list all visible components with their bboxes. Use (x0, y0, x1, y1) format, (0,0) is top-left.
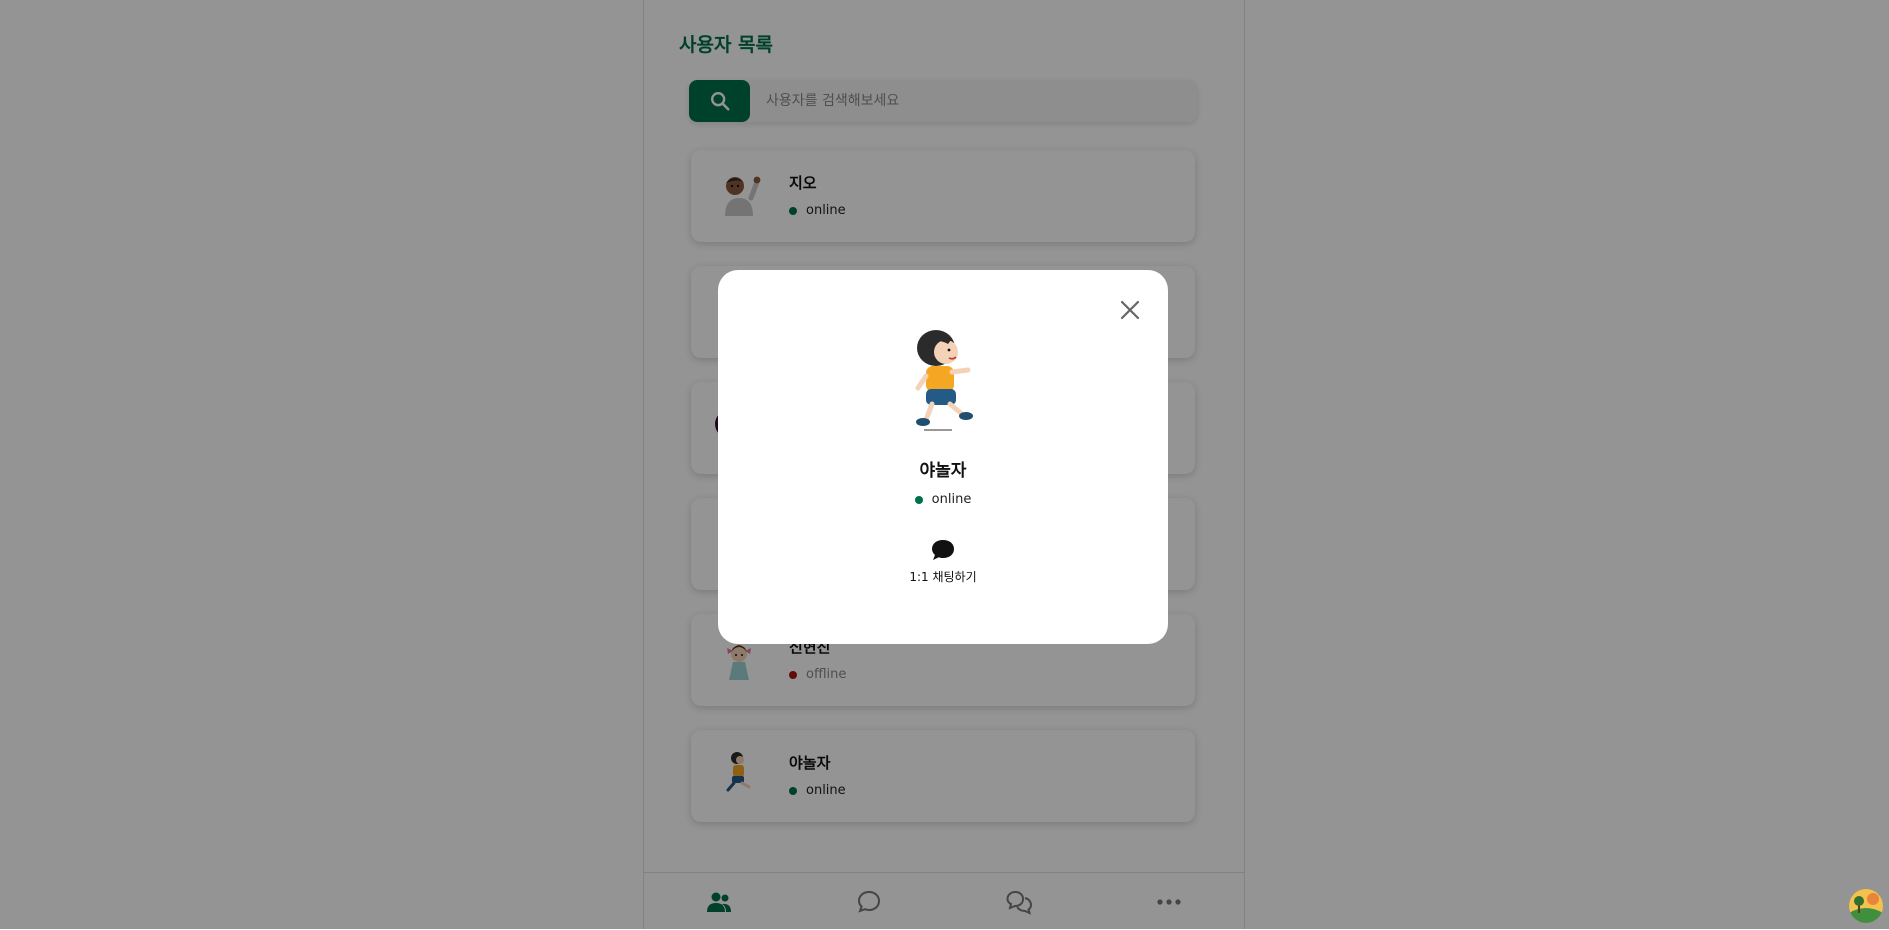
floating-avatar-button[interactable] (1849, 889, 1883, 923)
speech-bubble-icon (932, 540, 954, 560)
start-chat-button[interactable]: 1:1 채팅하기 (883, 538, 1003, 598)
close-icon (1120, 300, 1140, 320)
close-button[interactable] (1112, 292, 1148, 328)
running-boy-avatar (915, 330, 973, 431)
modal-status-label: online (931, 492, 972, 507)
landscape-avatar-icon (1849, 889, 1883, 923)
user-profile-modal: 야놀자 online 1:1 채팅하기 (718, 270, 1168, 644)
start-chat-label: 1:1 채팅하기 (909, 570, 977, 584)
online-status-dot (914, 495, 923, 504)
modal-user-name: 야놀자 (919, 461, 967, 481)
modal-user-status: online (718, 492, 1168, 507)
